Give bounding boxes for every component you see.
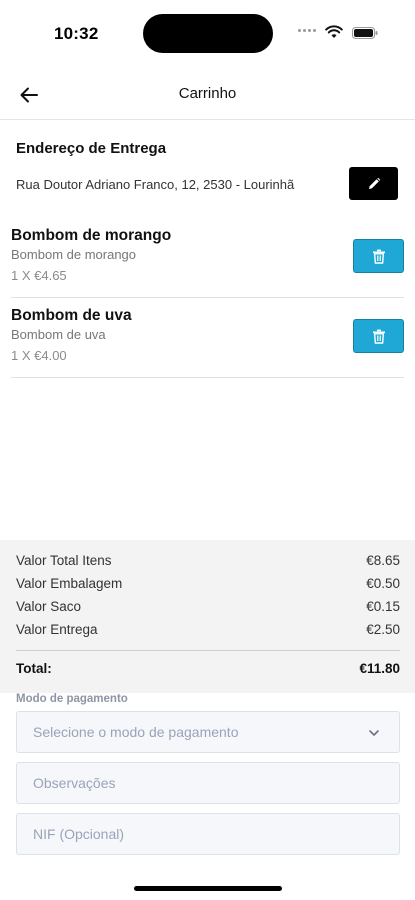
item-description: Bombom de uva bbox=[11, 327, 106, 342]
summary-total: Total: €11.80 bbox=[16, 661, 400, 676]
home-indicator[interactable] bbox=[134, 886, 282, 891]
nif-placeholder: NIF (Opcional) bbox=[33, 826, 125, 842]
delivery-address-text: Rua Doutor Adriano Franco, 12, 2530 - Lo… bbox=[16, 177, 295, 192]
trash-icon bbox=[372, 329, 385, 344]
delivery-address-title: Endereço de Entrega bbox=[16, 140, 167, 157]
status-time: 10:32 bbox=[54, 24, 99, 43]
summary-row-packaging: Valor Embalagem €0.50 bbox=[16, 576, 400, 591]
page-title: Carrinho bbox=[178, 85, 237, 102]
delete-item-button[interactable] bbox=[353, 319, 404, 353]
cart-item: Bombom de uva Bombom de uva 1 X €4.00 bbox=[11, 298, 404, 378]
summary-value: €2.50 bbox=[366, 622, 400, 637]
summary-row-items-total: Valor Total Itens €8.65 bbox=[16, 553, 400, 568]
app-header: Carrinho bbox=[0, 70, 415, 120]
status-bar: 10:32 bbox=[0, 0, 415, 70]
summary-label: Valor Total Itens bbox=[16, 553, 112, 568]
notes-placeholder: Observações bbox=[33, 775, 116, 791]
payment-method-select[interactable]: Selecione o modo de pagamento bbox=[16, 711, 400, 753]
item-name: Bombom de morango bbox=[11, 227, 172, 244]
pencil-icon bbox=[368, 177, 380, 189]
total-label: Total: bbox=[16, 661, 52, 676]
total-value: €11.80 bbox=[359, 661, 400, 676]
trash-icon bbox=[372, 249, 385, 264]
item-price: 1 X €4.00 bbox=[11, 348, 67, 363]
summary-label: Valor Embalagem bbox=[16, 576, 123, 591]
signal-dots-icon bbox=[298, 29, 322, 35]
item-price: 1 X €4.65 bbox=[11, 268, 67, 283]
summary-label: Valor Entrega bbox=[16, 622, 98, 637]
notes-field[interactable]: Observações bbox=[16, 762, 400, 804]
item-description: Bombom de morango bbox=[11, 247, 137, 262]
summary-value: €0.15 bbox=[366, 599, 400, 614]
item-name: Bombom de uva bbox=[11, 307, 132, 324]
delete-item-button[interactable] bbox=[353, 239, 404, 273]
summary-value: €8.65 bbox=[366, 553, 400, 568]
battery-icon bbox=[352, 27, 378, 39]
wifi-icon bbox=[325, 25, 343, 38]
summary-row-delivery: Valor Entrega €2.50 bbox=[16, 622, 400, 637]
payment-method-placeholder: Selecione o modo de pagamento bbox=[33, 724, 239, 740]
dynamic-island bbox=[143, 14, 273, 53]
payment-method-label: Modo de pagamento bbox=[16, 693, 128, 705]
edit-address-button[interactable] bbox=[349, 167, 398, 200]
summary-value: €0.50 bbox=[366, 576, 400, 591]
cart-item: Bombom de morango Bombom de morango 1 X … bbox=[11, 218, 404, 298]
summary-row-bag: Valor Saco €0.15 bbox=[16, 599, 400, 614]
summary-label: Valor Saco bbox=[16, 599, 82, 614]
nif-field[interactable]: NIF (Opcional) bbox=[16, 813, 400, 855]
summary-divider bbox=[16, 650, 400, 651]
order-summary: Valor Total Itens €8.65 Valor Embalagem … bbox=[0, 540, 415, 693]
chevron-down-icon bbox=[369, 730, 379, 736]
